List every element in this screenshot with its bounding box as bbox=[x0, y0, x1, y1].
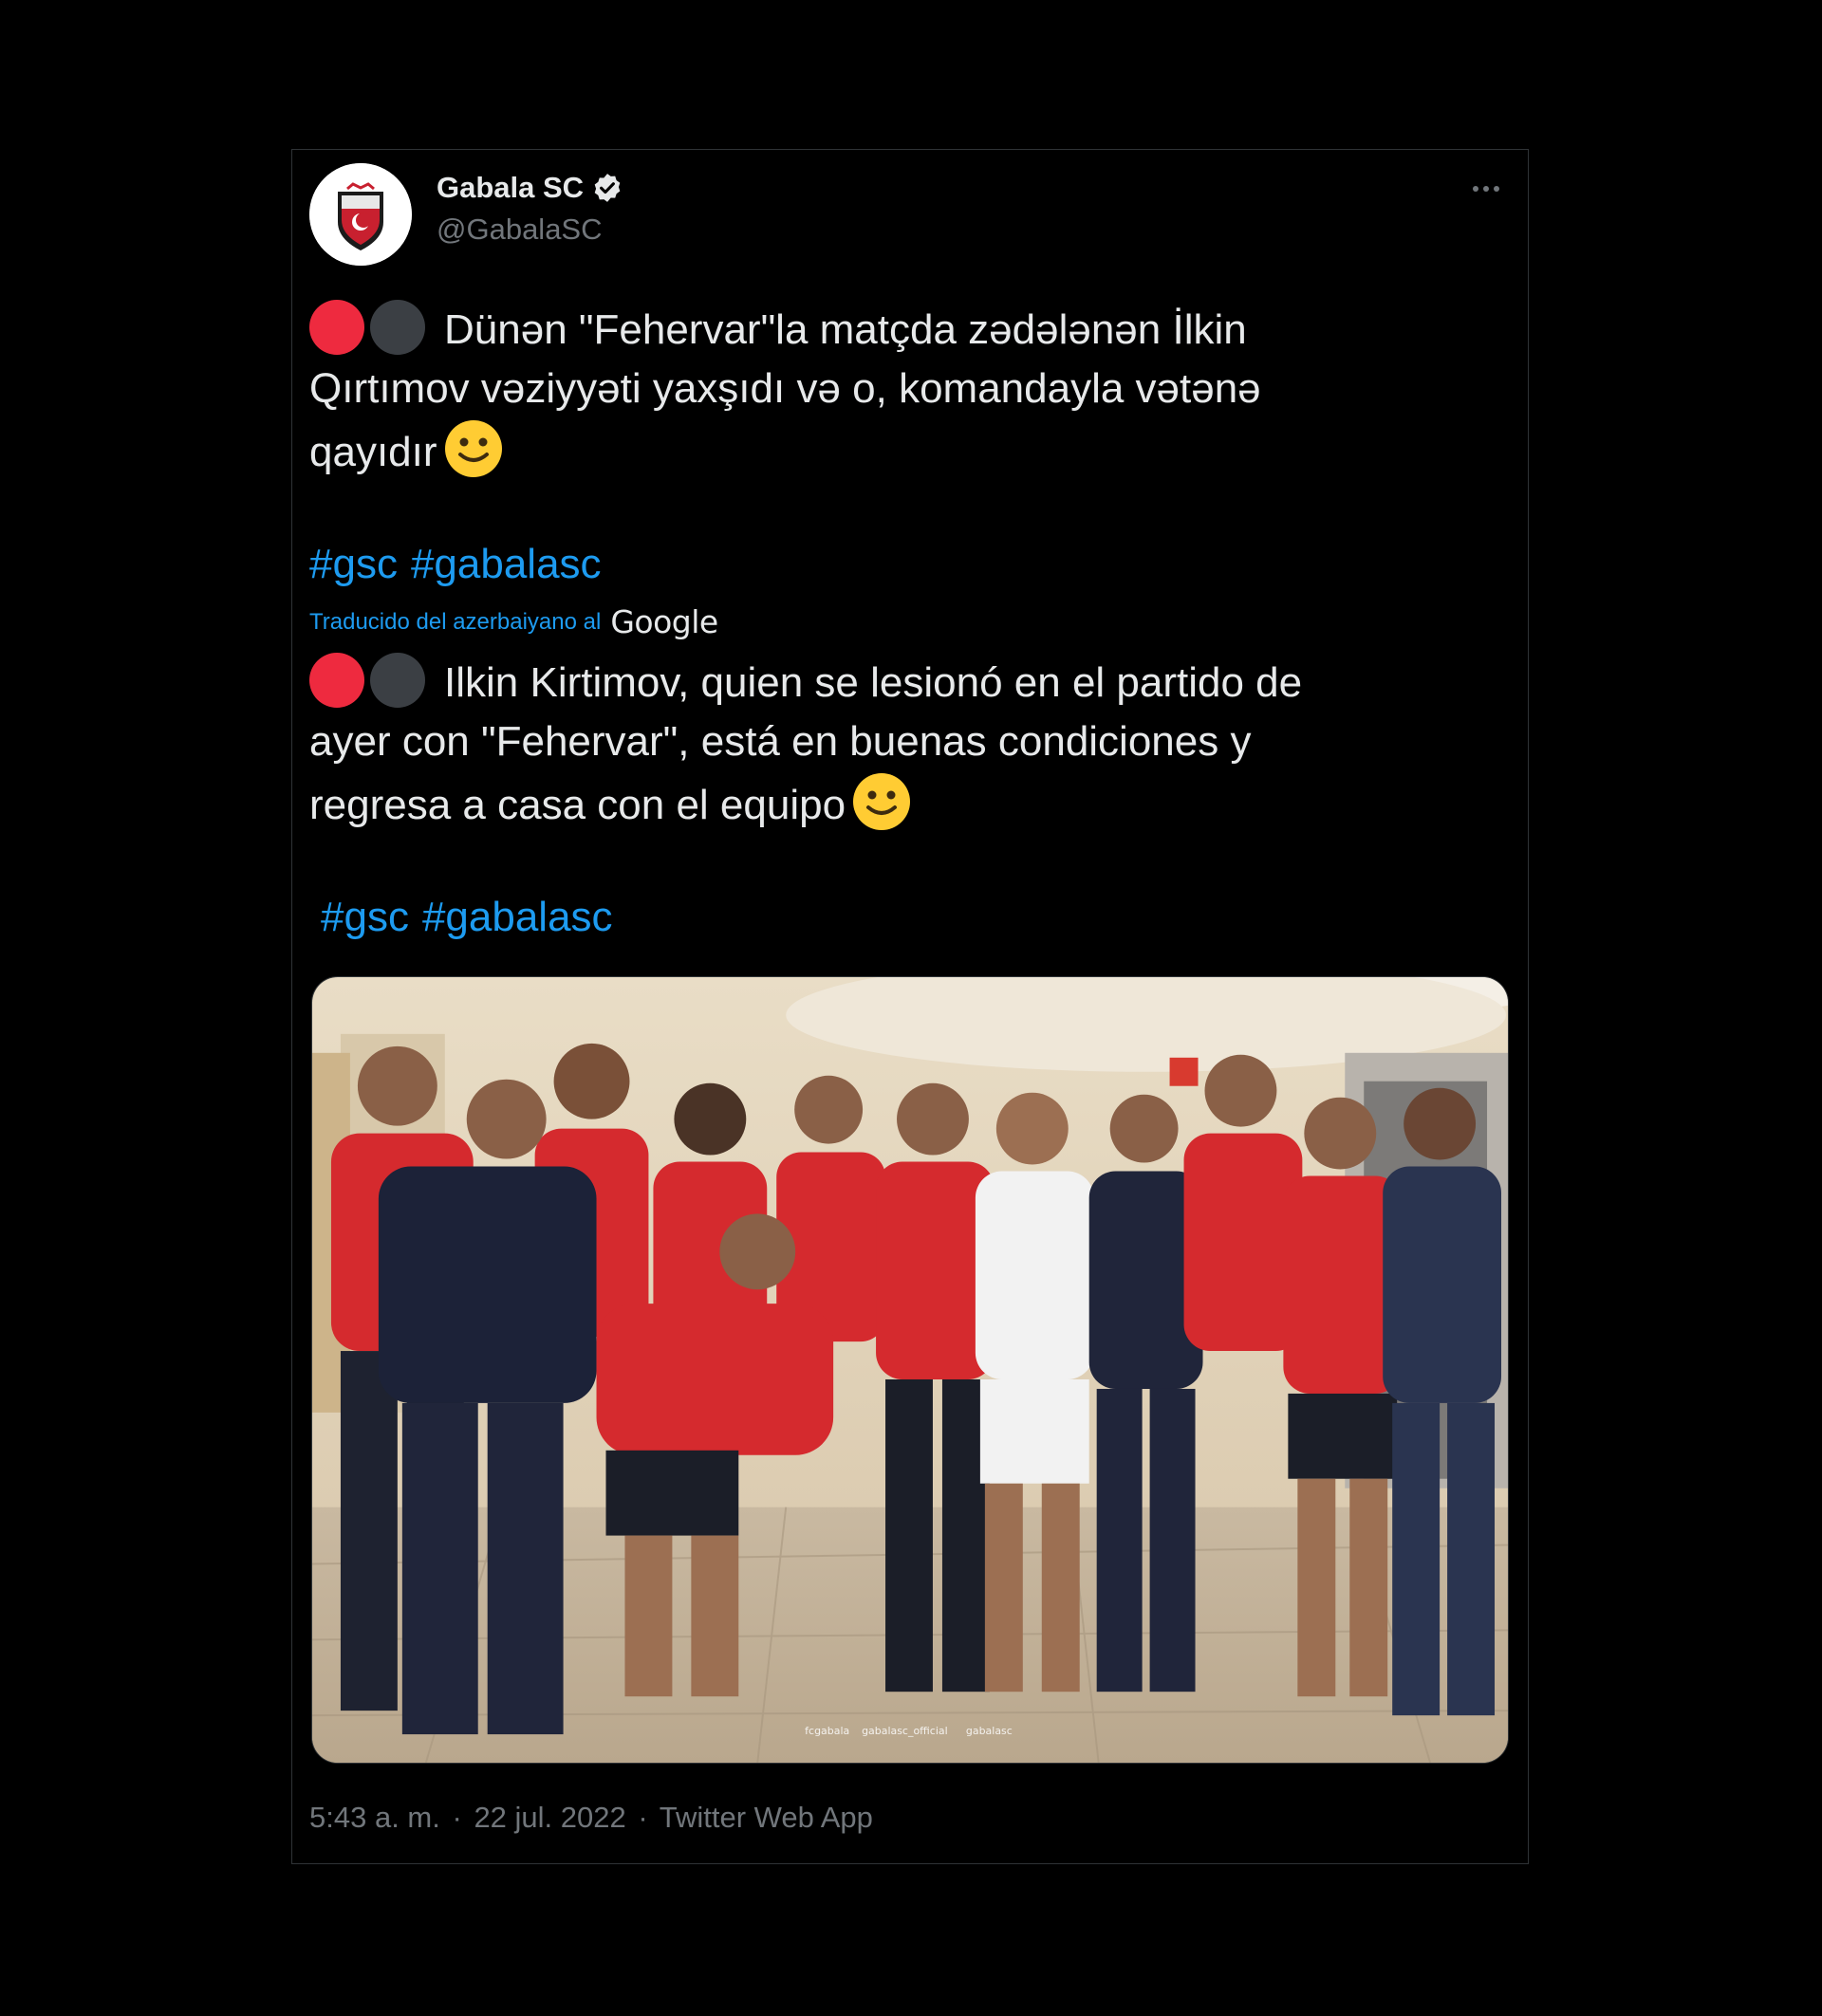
tweet-original-text: Dünən "Fehervar"la matçda zədələnən İlki… bbox=[309, 300, 1496, 482]
translated-hashtags: #gsc #gabalasc bbox=[321, 894, 626, 941]
original-hashtags: #gsc #gabalasc bbox=[309, 541, 615, 588]
svg-text:gabalasc_official: gabalasc_official bbox=[862, 1725, 948, 1737]
author-avatar[interactable] bbox=[309, 163, 412, 266]
meta-separator: · bbox=[452, 1801, 462, 1834]
slightly-smiling-face-emoji-icon bbox=[851, 771, 912, 832]
svg-text:gabalasc: gabalasc bbox=[966, 1725, 1013, 1737]
tweet-photo-team[interactable]: fcgabala gabalasc_official gabalasc bbox=[311, 976, 1509, 1764]
hashtag-gabalasc-link[interactable]: #gabalasc bbox=[411, 541, 602, 587]
gabala-sc-crest-logo bbox=[309, 163, 412, 266]
svg-text:fcgabala: fcgabala bbox=[805, 1725, 849, 1737]
translated-text-line-2: ayer con "Fehervar", está en buenas cond… bbox=[309, 718, 1252, 765]
original-text-line-3: qayıdır bbox=[309, 418, 1496, 482]
tweet-time[interactable]: 5:43 a. m. bbox=[309, 1801, 440, 1834]
team-photo-image: fcgabala gabalasc_official gabalasc bbox=[312, 977, 1508, 1763]
tweet-card: Gabala SC @GabalaSC Dünən "Fehervar"la m… bbox=[291, 149, 1529, 1864]
verified-badge-icon bbox=[591, 172, 623, 204]
meta-separator: · bbox=[638, 1801, 648, 1834]
tweet-source[interactable]: Twitter Web App bbox=[660, 1801, 873, 1834]
hashtag-gsc-link[interactable]: #gsc bbox=[321, 894, 409, 940]
original-text-line-2: Qırtımov vəziyyəti yaxşıdı və o, komanda… bbox=[309, 365, 1261, 412]
red-circle-emoji-icon bbox=[309, 300, 364, 355]
translated-text-line-3: regresa a casa con el equipo bbox=[309, 771, 1496, 835]
translated-text-line-3-content: regresa a casa con el equipo bbox=[309, 782, 846, 828]
translated-text-line-1-content: Ilkin Kirtimov, quien se lesionó en el p… bbox=[444, 659, 1303, 706]
black-circle-emoji-icon bbox=[370, 300, 425, 355]
hashtag-gsc-link[interactable]: #gsc bbox=[309, 541, 398, 587]
tweet-metadata: 5:43 a. m. · 22 jul. 2022 · Twitter Web … bbox=[309, 1801, 877, 1835]
translation-label[interactable]: Traducido del azerbaiyano al bbox=[309, 609, 601, 636]
translation-attribution: Traducido del azerbaiyano al Google bbox=[309, 603, 718, 640]
author-name-row: Gabala SC bbox=[437, 171, 623, 205]
tweet-translated-text: Ilkin Kirtimov, quien se lesionó en el p… bbox=[309, 653, 1496, 835]
black-circle-emoji-icon bbox=[370, 653, 425, 708]
translated-text-line-1: Ilkin Kirtimov, quien se lesionó en el p… bbox=[309, 653, 1496, 712]
slightly-smiling-face-emoji-icon bbox=[443, 418, 504, 479]
red-circle-emoji-icon bbox=[309, 653, 364, 708]
more-horizontal-icon[interactable] bbox=[1467, 175, 1505, 203]
author-display-name[interactable]: Gabala SC bbox=[437, 171, 584, 205]
author-handle[interactable]: @GabalaSC bbox=[437, 213, 603, 247]
original-text-line-1-content: Dünən "Fehervar"la matçda zədələnən İlki… bbox=[444, 306, 1247, 353]
google-logo: Google bbox=[610, 603, 718, 640]
photo-watermark: fcgabala gabalasc_official gabalasc bbox=[805, 1725, 1013, 1737]
tweet-date[interactable]: 22 jul. 2022 bbox=[474, 1801, 625, 1834]
hashtag-gabalasc-link[interactable]: #gabalasc bbox=[422, 894, 613, 940]
original-text-line-1: Dünən "Fehervar"la matçda zədələnən İlki… bbox=[309, 300, 1496, 360]
original-text-line-3-content: qayıdır bbox=[309, 429, 437, 475]
